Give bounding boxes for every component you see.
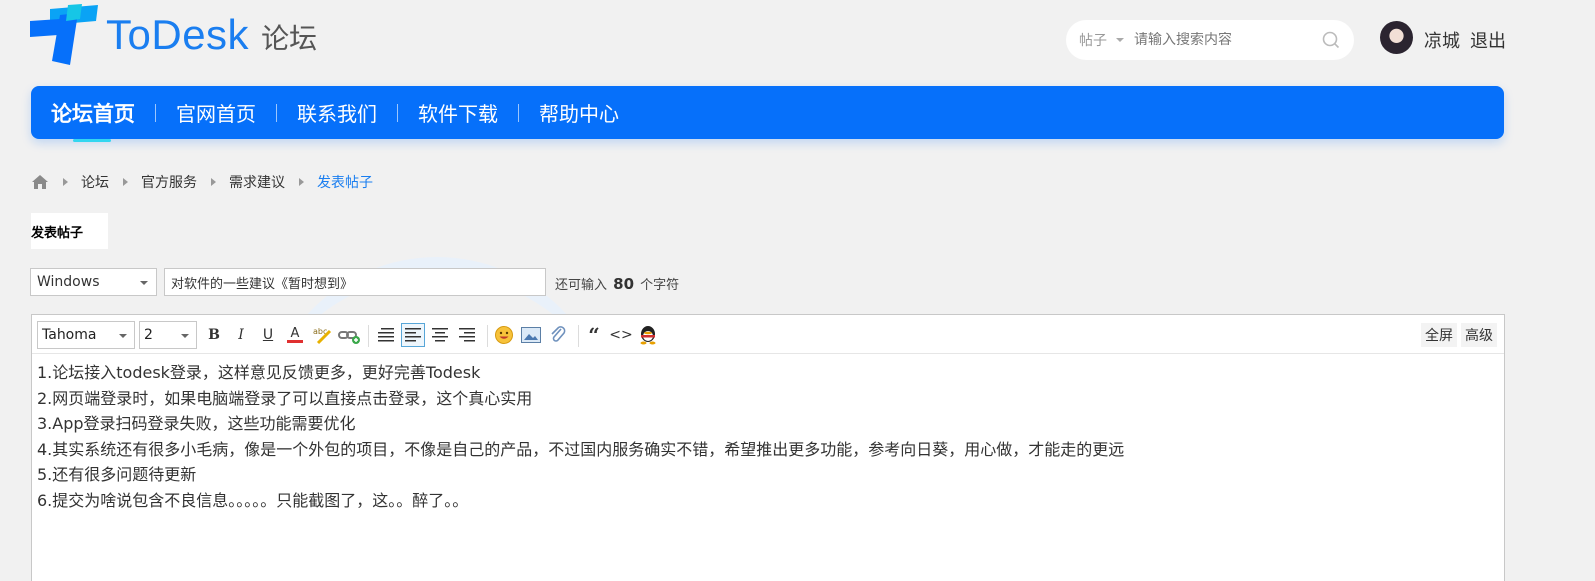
- search-icon[interactable]: [1322, 31, 1340, 49]
- breadcrumb-new-post[interactable]: 发表帖子: [317, 172, 373, 192]
- avatar[interactable]: [1380, 21, 1413, 54]
- search-input[interactable]: [1134, 32, 1304, 48]
- highlight-button[interactable]: abc: [310, 323, 334, 347]
- content-line: 6.提交为啥说包含不良信息。。。。。只能截图了，这。。醉了。。: [37, 490, 469, 510]
- main-nav: 论坛首页 官网首页 联系我们 软件下载 帮助中心: [31, 86, 1504, 142]
- nav-item-help[interactable]: 帮助中心: [539, 98, 619, 127]
- highlighter-icon: abc: [313, 327, 332, 345]
- advanced-mode-button[interactable]: 高级: [1461, 323, 1497, 347]
- paperclip-icon: [551, 326, 566, 342]
- breadcrumb-forum[interactable]: 论坛: [81, 172, 109, 192]
- nav-divider: [276, 103, 277, 122]
- content-line: 1.论坛接入todesk登录，这样意见反馈更多，更好完善Todesk: [37, 363, 481, 382]
- chevron-down-icon: [119, 334, 127, 338]
- breadcrumb-official-service[interactable]: 官方服务: [141, 172, 197, 192]
- todesk-logo[interactable]: ToDesk 论坛: [30, 3, 317, 67]
- editor-content[interactable]: 1.论坛接入todesk登录，这样意见反馈更多，更好完善Todesk 2.网页端…: [32, 354, 1504, 514]
- nav-divider: [155, 103, 156, 122]
- nav-item-download[interactable]: 软件下载: [418, 98, 498, 127]
- breadcrumb-separator-icon: [299, 178, 304, 186]
- align-left-icon: [405, 328, 421, 342]
- align-left-button[interactable]: [401, 323, 425, 347]
- toolbar-divider: [578, 325, 579, 347]
- logo-subtitle: 论坛: [261, 22, 318, 55]
- qq-button[interactable]: [636, 323, 660, 347]
- search-type-select[interactable]: 帖子: [1079, 30, 1107, 50]
- breadcrumb-separator-icon: [63, 178, 68, 186]
- post-editor: Tahoma 2 B I U A abc “ <> 全屏 高级 1.论坛接入to…: [31, 314, 1505, 581]
- char-hint-prefix: 还可输入: [555, 278, 608, 293]
- bold-button[interactable]: B: [202, 323, 226, 347]
- toolbar-divider: [487, 325, 488, 347]
- nav-item-forum-home[interactable]: 论坛首页: [51, 98, 135, 142]
- align-right-icon: [459, 328, 475, 342]
- font-color-button[interactable]: A: [283, 323, 307, 347]
- char-remaining-count: 80: [613, 275, 635, 293]
- tab-new-post[interactable]: 发表帖子: [31, 213, 108, 249]
- code-button[interactable]: <>: [609, 323, 633, 347]
- content-line: 3.App登录扫码登录失败，这些功能需要优化: [37, 414, 356, 434]
- align-center-button[interactable]: [428, 323, 452, 347]
- underline-button[interactable]: U: [256, 323, 280, 347]
- align-center-icon: [432, 328, 448, 342]
- font-size-select[interactable]: 2: [139, 321, 197, 349]
- post-type-value: Windows: [37, 274, 100, 290]
- italic-button[interactable]: I: [229, 323, 253, 347]
- chevron-down-icon[interactable]: [1116, 38, 1124, 42]
- link-icon: [338, 331, 360, 344]
- nav-item-contact[interactable]: 联系我们: [297, 98, 377, 127]
- breadcrumb-separator-icon: [211, 178, 216, 186]
- font-color-icon: A: [290, 326, 300, 341]
- post-type-select[interactable]: Windows: [30, 268, 157, 296]
- search-bar: 帖子: [1066, 20, 1354, 60]
- content-line: 4.其实系统还有很多小毛病，像是一个外包的项目，不像是自己的产品，不过国内服务确…: [37, 439, 1125, 459]
- attachment-button[interactable]: [546, 323, 570, 347]
- breadcrumb-separator-icon: [123, 178, 128, 186]
- fullscreen-button[interactable]: 全屏: [1421, 323, 1457, 347]
- home-icon[interactable]: [31, 174, 49, 190]
- font-family-select[interactable]: Tahoma: [37, 321, 135, 349]
- username[interactable]: 凉城: [1424, 27, 1460, 53]
- quote-button[interactable]: “: [582, 323, 606, 347]
- subject-input[interactable]: [164, 268, 546, 296]
- font-size-value: 2: [144, 327, 153, 343]
- nav-divider: [397, 103, 398, 122]
- content-line: 5.还有很多问题待更新: [37, 465, 197, 485]
- char-count-hint: 还可输入 80 个字符: [555, 274, 679, 293]
- font-family-value: Tahoma: [42, 327, 97, 343]
- logout-link[interactable]: 退出: [1470, 27, 1506, 53]
- editor-toolbar: Tahoma 2 B I U A abc “ <> 全屏 高级: [32, 315, 1504, 354]
- chevron-down-icon: [181, 334, 189, 338]
- breadcrumb: 论坛 官方服务 需求建议 发表帖子: [31, 172, 373, 192]
- font-color-swatch: [287, 340, 303, 343]
- todesk-logo-icon: [30, 4, 98, 65]
- qq-penguin-icon: [640, 326, 656, 345]
- toolbar-divider: [368, 325, 369, 347]
- indent-button[interactable]: [374, 323, 398, 347]
- emoji-button[interactable]: [492, 323, 516, 347]
- chevron-down-icon: [140, 281, 148, 285]
- content-line: 2.网页端登录时，如果电脑端登录了可以直接点击登录，这个真心实用: [37, 388, 533, 408]
- smiley-icon: [495, 326, 513, 344]
- indent-icon: [378, 328, 394, 342]
- nav-divider: [518, 103, 519, 122]
- link-button[interactable]: [337, 323, 361, 347]
- breadcrumb-suggestions[interactable]: 需求建议: [229, 172, 285, 192]
- image-button[interactable]: [519, 323, 543, 347]
- logo-text: ToDesk: [106, 11, 250, 58]
- nav-item-official-home[interactable]: 官网首页: [176, 98, 256, 127]
- image-icon: [521, 327, 541, 343]
- align-right-button[interactable]: [455, 323, 479, 347]
- char-hint-suffix: 个字符: [640, 278, 680, 293]
